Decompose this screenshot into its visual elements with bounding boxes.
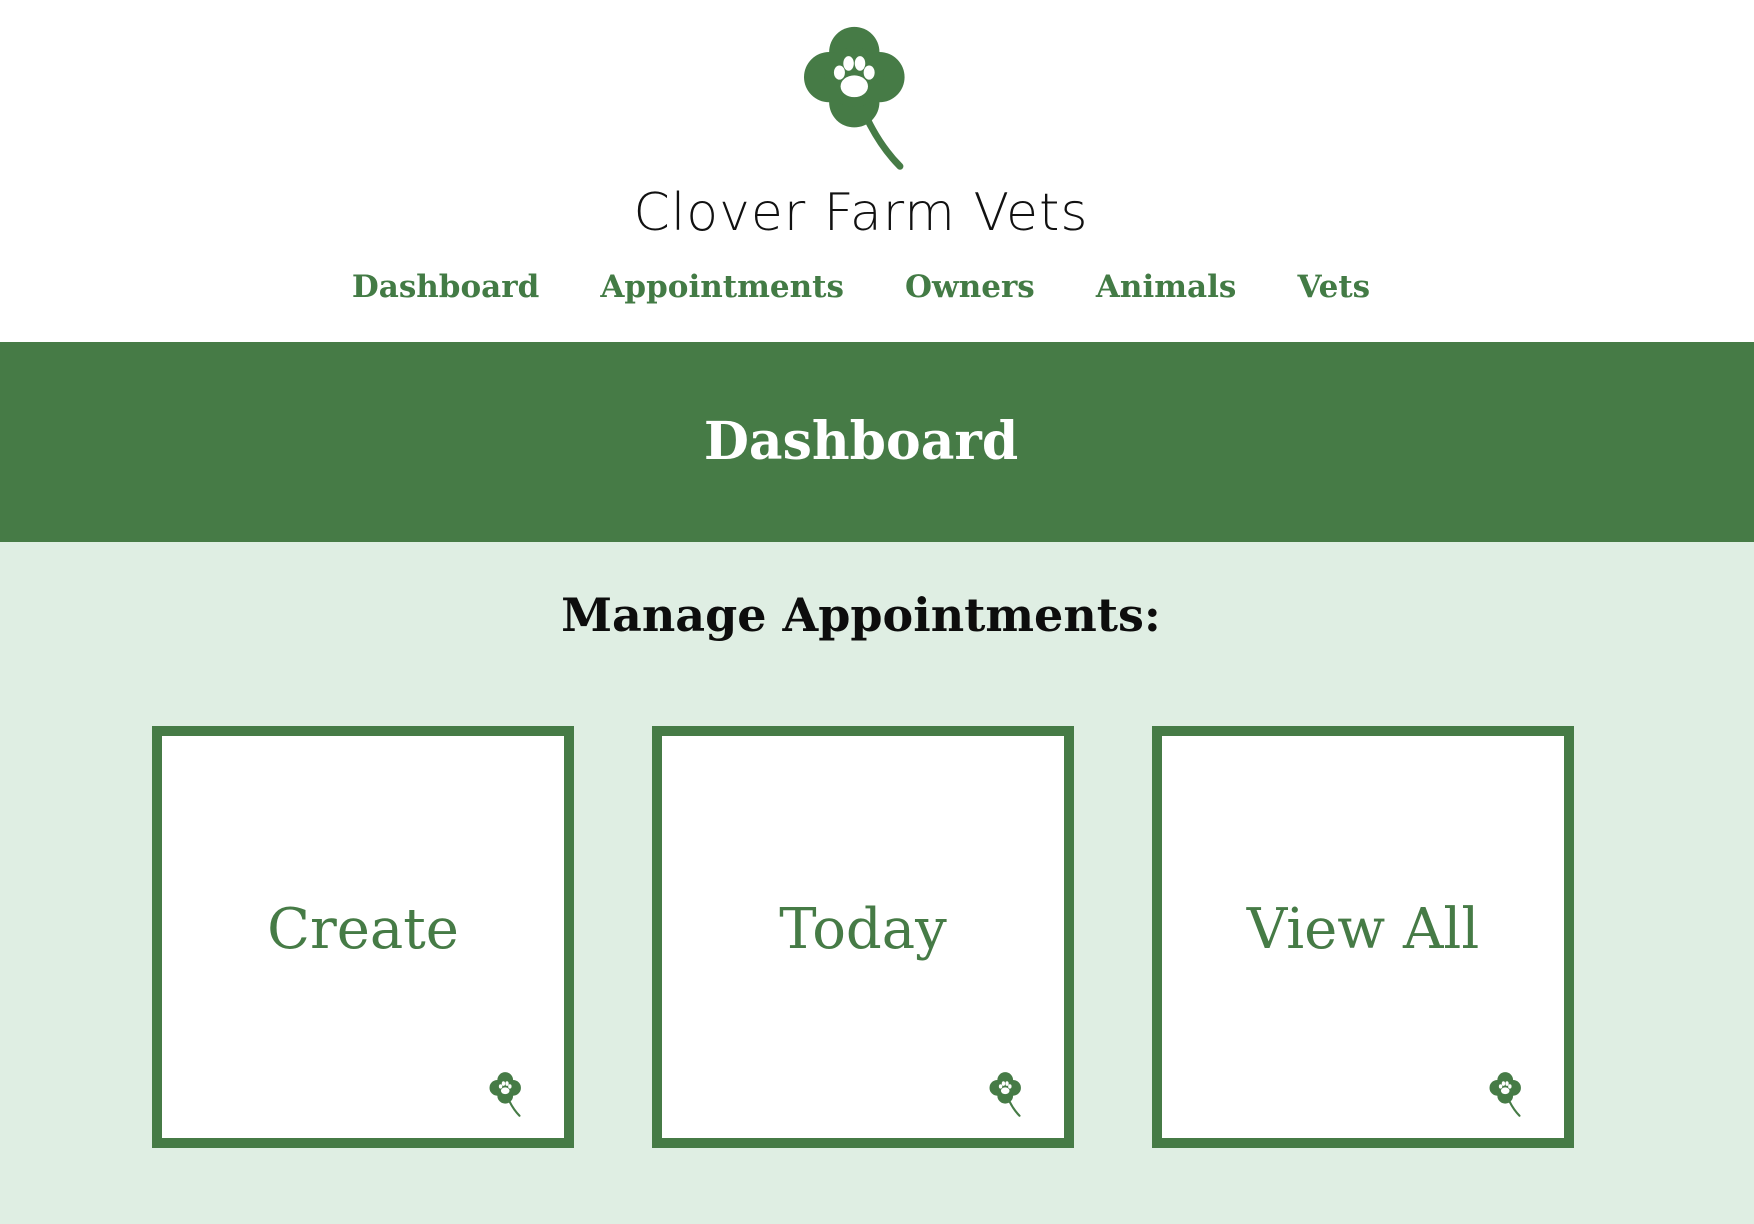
nav-link-dashboard[interactable]: Dashboard — [352, 262, 539, 312]
site-header: Clover Farm Vets Dashboard Appointments … — [0, 0, 1754, 342]
main-nav: Dashboard Appointments Owners Animals Ve… — [0, 262, 1722, 312]
create-appointment-tile[interactable]: Create — [152, 726, 574, 1148]
clover-paw-icon — [1488, 1071, 1523, 1117]
tile-label: Create — [267, 897, 459, 962]
nav-link-appointments[interactable]: Appointments — [600, 262, 844, 312]
nav-link-animals[interactable]: Animals — [1096, 262, 1236, 312]
clover-paw-icon — [988, 1071, 1023, 1117]
view-all-appointments-tile[interactable]: View All — [1152, 726, 1574, 1148]
today-appointments-tile[interactable]: Today — [652, 726, 1074, 1148]
section-title: Manage Appointments: — [561, 588, 1161, 642]
nav-link-owners[interactable]: Owners — [905, 262, 1035, 312]
clover-paw-icon — [488, 1071, 523, 1117]
nav-link-vets[interactable]: Vets — [1297, 262, 1370, 312]
tile-label: Today — [779, 897, 947, 962]
brand-name[interactable]: Clover Farm Vets — [0, 178, 1722, 248]
clover-paw-icon[interactable] — [780, 20, 940, 180]
tile-label: View All — [1246, 897, 1480, 962]
page-title: Dashboard — [703, 411, 1019, 472]
page-banner: Dashboard — [0, 342, 1754, 542]
